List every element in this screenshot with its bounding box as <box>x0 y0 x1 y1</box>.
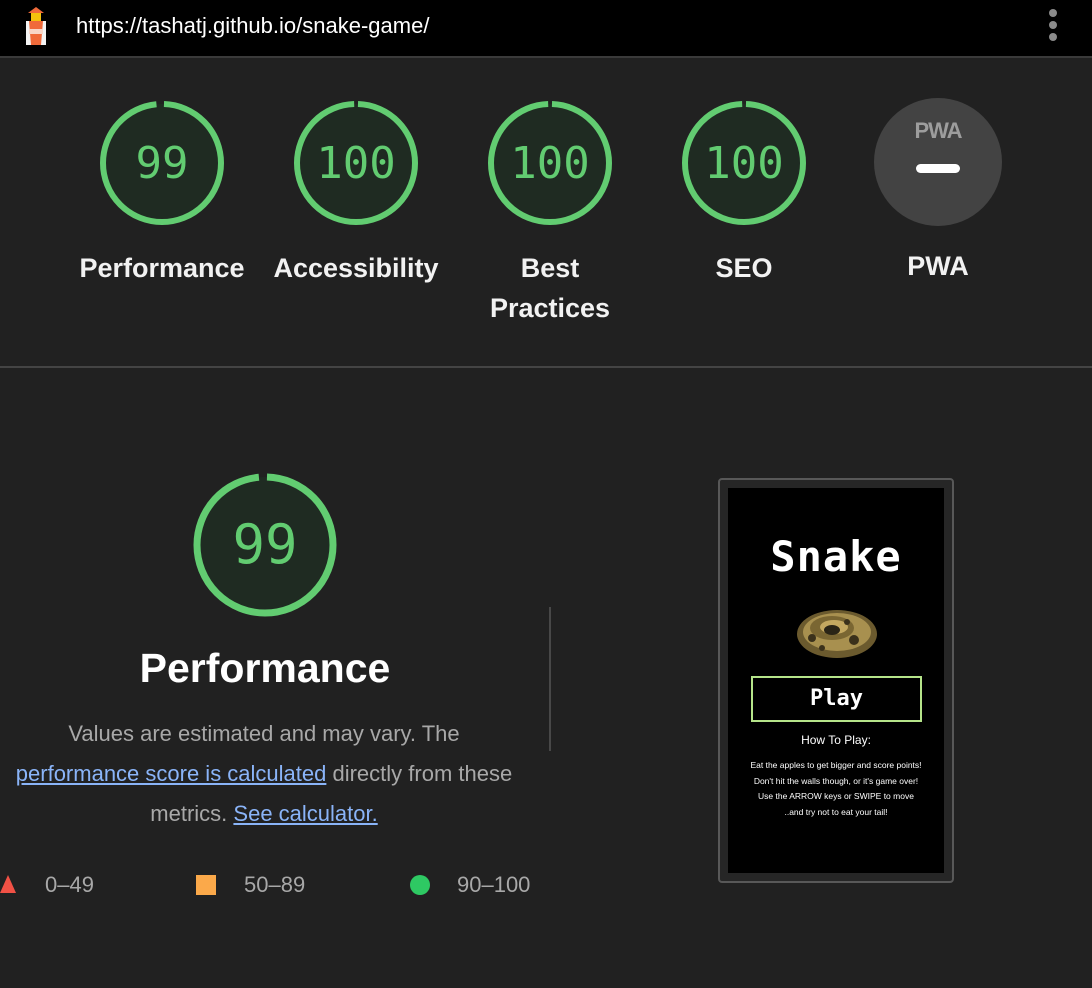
screenshot-content: Snake Play How To Play: Eat the apples t… <box>728 488 944 873</box>
gauge-label: SEO <box>715 253 773 283</box>
gauge-label: PWA <box>907 251 969 281</box>
vertical-divider <box>549 607 551 751</box>
gauge-score: 99 <box>136 138 189 189</box>
browser-top-bar: https://tashatj.github.io/snake-game/ <box>0 0 1092 58</box>
legend-range: 90–100 <box>457 872 531 897</box>
gauge-score: 100 <box>704 138 783 189</box>
snake-title: Snake <box>770 532 902 581</box>
legend-range: 50–89 <box>244 872 306 897</box>
kebab-menu-icon[interactable] <box>1042 6 1066 46</box>
play-button: Play <box>751 676 922 722</box>
how-to-play-heading: How To Play: <box>801 733 871 747</box>
gauge-ring: 99 <box>100 101 224 225</box>
gauge-score: 100 <box>316 138 395 189</box>
gauge-ring: 100 <box>682 101 806 225</box>
gauge-performance[interactable]: 99 Performance <box>67 98 257 288</box>
gauge-label: Best Practices <box>489 253 611 323</box>
instruction-line: Use the ARROW keys or SWIPE to move <box>758 791 914 801</box>
gauge-accessibility[interactable]: 100 Accessibility <box>261 98 451 288</box>
gauge-seo[interactable]: 100 SEO <box>649 98 839 288</box>
triangle-icon <box>0 875 16 893</box>
gauge-pwa[interactable]: PWA PWA <box>843 98 1033 286</box>
pwa-badge-icon: PWA <box>874 98 1002 226</box>
final-screenshot[interactable]: Snake Play How To Play: Eat the apples t… <box>718 478 954 883</box>
gauge-best-practices[interactable]: 100 Best Practices <box>455 98 645 328</box>
performance-title: Performance <box>139 645 391 691</box>
performance-description: Values are estimated and may vary. The p… <box>14 714 514 834</box>
url-text: https://tashatj.github.io/snake-game/ <box>76 13 430 38</box>
pwa-logo: PWA <box>914 118 962 143</box>
gauge-ring: 100 <box>294 101 418 225</box>
performance-score: 99 <box>232 513 297 576</box>
gauge-score: 100 <box>510 138 589 189</box>
instructions: Eat the apples to get bigger and score p… <box>734 758 938 820</box>
performance-gauge: 99 <box>190 470 340 625</box>
snake-image <box>797 610 877 658</box>
desc-text: Values are estimated and may vary. The <box>68 721 460 746</box>
category-gauges: 99 Performance 100 Accessibility 100 Bes… <box>0 58 1092 368</box>
dash-icon <box>916 164 960 173</box>
gauge-label: Performance <box>79 253 245 283</box>
circle-icon <box>410 875 430 895</box>
lighthouse-icon <box>26 7 46 45</box>
see-calculator-link[interactable]: See calculator. <box>233 801 377 826</box>
instruction-line: Don't hit the walls though, or it's game… <box>753 775 919 786</box>
gauge-label: Accessibility <box>273 253 439 283</box>
square-icon <box>196 875 216 895</box>
legend-range: 0–49 <box>45 872 94 897</box>
instruction-line: Eat the apples to get bigger and score p… <box>750 760 922 770</box>
gauge-ring: 100 <box>488 101 612 225</box>
instruction-line: ..and try not to eat your tail! <box>784 806 888 817</box>
score-calculated-link[interactable]: performance score is calculated <box>16 761 327 786</box>
gauge-ring: 99 <box>193 473 337 617</box>
